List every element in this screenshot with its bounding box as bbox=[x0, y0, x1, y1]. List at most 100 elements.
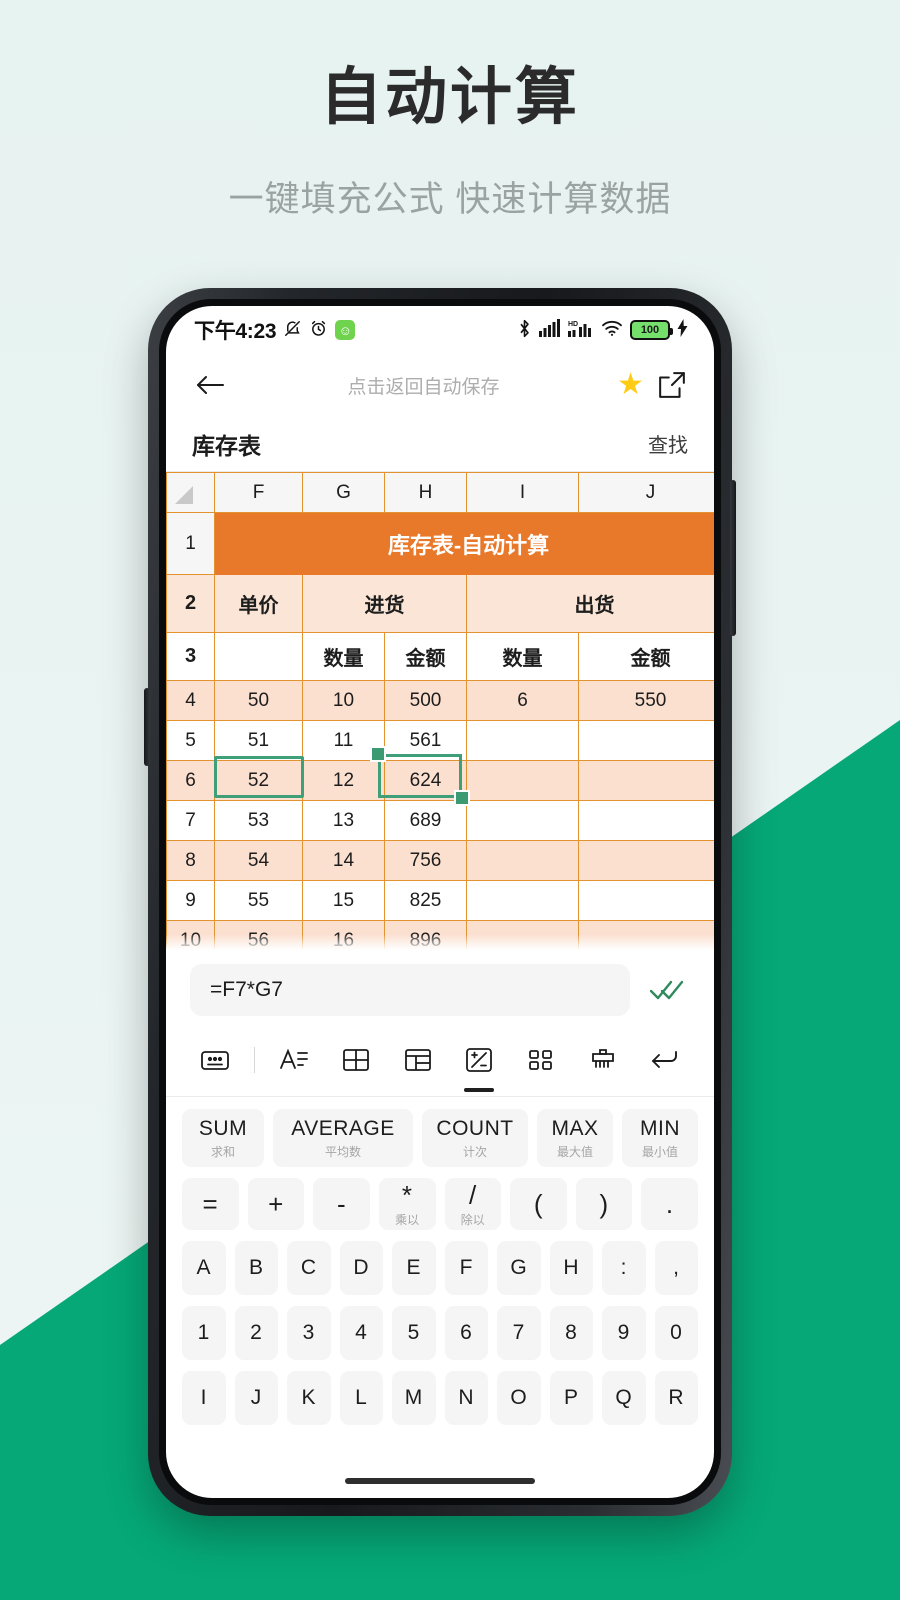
row-header[interactable]: 6 bbox=[166, 760, 215, 801]
cell-i8[interactable] bbox=[466, 840, 579, 881]
cell-g5[interactable]: 11 bbox=[302, 720, 385, 761]
operator-key-paren-open[interactable]: ( bbox=[510, 1178, 567, 1230]
cell-f5[interactable]: 51 bbox=[214, 720, 303, 761]
cell-i6[interactable] bbox=[466, 760, 579, 801]
table-row[interactable]: 7 53 13 689 bbox=[166, 800, 714, 841]
row-header[interactable]: 1 bbox=[166, 512, 215, 575]
row-header[interactable]: 8 bbox=[166, 840, 215, 881]
cell-j8[interactable] bbox=[578, 840, 714, 881]
cell-j3[interactable]: 金额 bbox=[578, 632, 714, 681]
cell-g4[interactable]: 10 bbox=[302, 680, 385, 721]
table-row[interactable]: 5 51 11 561 bbox=[166, 720, 714, 761]
cell-i9[interactable] bbox=[466, 880, 579, 921]
cell-h7[interactable]: 689 bbox=[384, 800, 467, 841]
cell-g7[interactable]: 13 bbox=[302, 800, 385, 841]
table-row[interactable]: 9 55 15 825 bbox=[166, 880, 714, 921]
key-e[interactable]: E bbox=[392, 1241, 436, 1295]
key-m[interactable]: M bbox=[392, 1371, 436, 1425]
find-button[interactable]: 查找 bbox=[648, 429, 688, 458]
cell-j6[interactable] bbox=[578, 760, 714, 801]
row-header[interactable]: 2 bbox=[166, 574, 215, 633]
star-icon[interactable]: ★ bbox=[617, 370, 644, 400]
cell-h8[interactable]: 756 bbox=[384, 840, 467, 881]
cell-i5[interactable] bbox=[466, 720, 579, 761]
sheet-title-cell[interactable]: 库存表-自动计算 bbox=[214, 512, 714, 575]
key-p[interactable]: P bbox=[549, 1371, 593, 1425]
row-header[interactable]: 9 bbox=[166, 880, 215, 921]
column-header-j[interactable]: J bbox=[578, 472, 714, 513]
cell-g8[interactable]: 14 bbox=[302, 840, 385, 881]
back-arrow-icon[interactable] bbox=[190, 365, 230, 405]
phone-side-button-right[interactable] bbox=[730, 480, 736, 636]
text-format-icon[interactable] bbox=[271, 1038, 317, 1082]
cell-h4[interactable]: 500 bbox=[384, 680, 467, 721]
clear-brush-icon[interactable] bbox=[580, 1038, 626, 1082]
key-f[interactable]: F bbox=[444, 1241, 488, 1295]
key-4[interactable]: 4 bbox=[339, 1306, 383, 1360]
key-o[interactable]: O bbox=[497, 1371, 541, 1425]
key-h[interactable]: H bbox=[549, 1241, 593, 1295]
formula-input[interactable]: =F7*G7 bbox=[190, 964, 630, 1016]
cell-i3[interactable]: 数量 bbox=[466, 632, 579, 681]
home-indicator[interactable] bbox=[345, 1478, 535, 1484]
key-g[interactable]: G bbox=[497, 1241, 541, 1295]
key-i[interactable]: I bbox=[182, 1371, 226, 1425]
cell-f9[interactable]: 55 bbox=[214, 880, 303, 921]
cell-h3[interactable]: 金额 bbox=[384, 632, 467, 681]
double-check-icon[interactable] bbox=[644, 978, 690, 1002]
cell-f8[interactable]: 54 bbox=[214, 840, 303, 881]
key-d[interactable]: D bbox=[339, 1241, 383, 1295]
cell-j9[interactable] bbox=[578, 880, 714, 921]
layout-icon[interactable] bbox=[395, 1038, 441, 1082]
row-header[interactable]: 4 bbox=[166, 680, 215, 721]
key-j[interactable]: J bbox=[234, 1371, 278, 1425]
operator-key-plus[interactable]: + bbox=[247, 1178, 305, 1230]
key-k[interactable]: K bbox=[287, 1371, 331, 1425]
cell-h6[interactable]: 624 bbox=[384, 760, 467, 801]
column-header-i[interactable]: I bbox=[466, 472, 579, 513]
cell-f7[interactable]: 53 bbox=[214, 800, 303, 841]
key-b[interactable]: B bbox=[234, 1241, 278, 1295]
table-row[interactable]: 8 54 14 756 bbox=[166, 840, 714, 881]
key-5[interactable]: 5 bbox=[392, 1306, 436, 1360]
spreadsheet[interactable]: F G H I J 1 库存表-自动计算 2 单价 进货 出货 3 数量 金额 … bbox=[166, 472, 714, 950]
column-header-g[interactable]: G bbox=[302, 472, 385, 513]
key-n[interactable]: N bbox=[444, 1371, 488, 1425]
key-1[interactable]: 1 bbox=[182, 1306, 226, 1360]
keyboard-icon[interactable] bbox=[192, 1038, 238, 1082]
function-key-max[interactable]: MAX 最大值 bbox=[537, 1109, 613, 1167]
operator-key-paren-close[interactable]: ) bbox=[575, 1178, 633, 1230]
calculator-icon[interactable] bbox=[456, 1038, 502, 1082]
operator-key-minus[interactable]: - bbox=[313, 1178, 370, 1230]
key-9[interactable]: 9 bbox=[602, 1306, 646, 1360]
column-header-h[interactable]: H bbox=[384, 472, 467, 513]
table-row[interactable]: 6 52 12 624 bbox=[166, 760, 714, 801]
cell-g9[interactable]: 15 bbox=[302, 880, 385, 921]
operator-key-dot[interactable]: . bbox=[641, 1178, 698, 1230]
cell-f4[interactable]: 50 bbox=[214, 680, 303, 721]
cell-g2[interactable]: 进货 bbox=[302, 574, 467, 633]
function-key-min[interactable]: MIN 最小值 bbox=[622, 1109, 698, 1167]
operator-key-equals[interactable]: = bbox=[182, 1178, 239, 1230]
phone-side-button-left[interactable] bbox=[144, 688, 150, 766]
operator-key-multiply[interactable]: * 乘以 bbox=[378, 1178, 436, 1230]
row-header[interactable]: 7 bbox=[166, 800, 215, 841]
cell-h9[interactable]: 825 bbox=[384, 880, 467, 921]
enter-return-icon[interactable] bbox=[642, 1038, 688, 1082]
key-3[interactable]: 3 bbox=[287, 1306, 331, 1360]
cell-g6[interactable]: 12 bbox=[302, 760, 385, 801]
cell-j4[interactable]: 550 bbox=[578, 680, 714, 721]
cell-g3[interactable]: 数量 bbox=[302, 632, 385, 681]
select-all-corner[interactable] bbox=[166, 472, 215, 513]
key-l[interactable]: L bbox=[339, 1371, 383, 1425]
row-header[interactable]: 5 bbox=[166, 720, 215, 761]
function-key-average[interactable]: AVERAGE 平均数 bbox=[273, 1109, 413, 1167]
apps-grid-icon[interactable] bbox=[518, 1038, 564, 1082]
table-grid-icon[interactable] bbox=[333, 1038, 379, 1082]
key-7[interactable]: 7 bbox=[497, 1306, 541, 1360]
cell-i2[interactable]: 出货 bbox=[466, 574, 714, 633]
key-0[interactable]: 0 bbox=[654, 1306, 698, 1360]
cell-f3[interactable] bbox=[214, 632, 303, 681]
share-icon[interactable] bbox=[654, 367, 690, 403]
key-r[interactable]: R bbox=[654, 1371, 698, 1425]
